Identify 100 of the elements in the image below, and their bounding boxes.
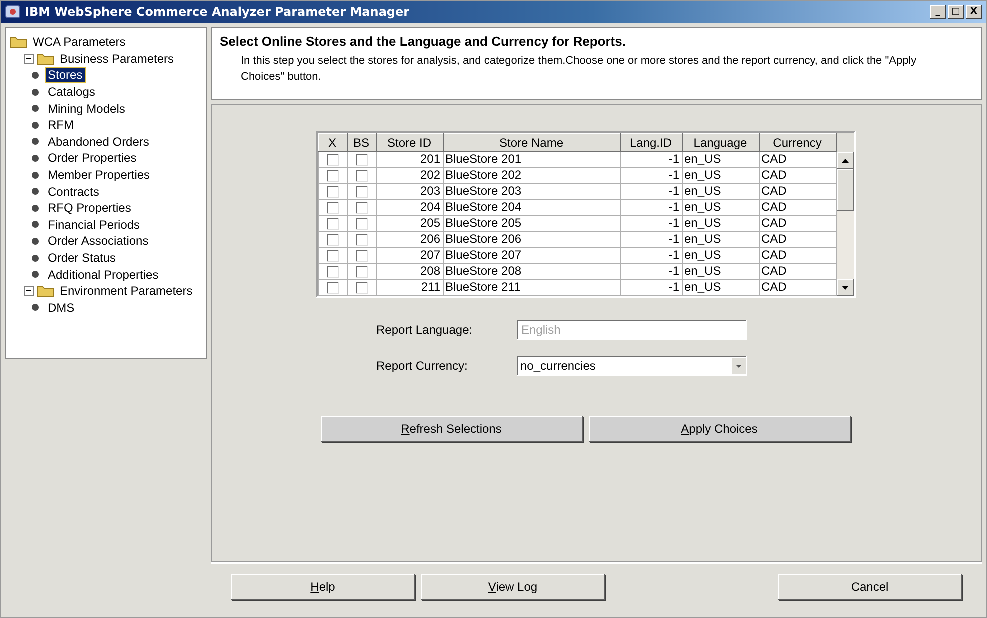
- table-cell: -1: [620, 264, 682, 280]
- table-cell: CAD: [759, 184, 836, 200]
- leaf-dot-icon: [32, 88, 39, 96]
- field-label: Report Language:: [376, 323, 474, 337]
- footer-button[interactable]: Help: [231, 574, 415, 600]
- tree-item[interactable]: Member Properties: [46, 168, 152, 182]
- window-title: IBM WebSphere Commerce Analyzer Parameter Manager: [25, 5, 411, 19]
- table-cell: 203: [376, 184, 443, 200]
- tree-item[interactable]: Mining Models: [46, 102, 128, 116]
- leaf-dot-icon: [32, 238, 39, 245]
- leaf-dot-icon: [32, 122, 39, 129]
- tree-item[interactable]: Business Parameters: [58, 52, 176, 66]
- window-control-button[interactable]: □: [948, 5, 964, 19]
- leaf-dot-icon: [32, 138, 39, 146]
- leaf-dot-icon: [32, 172, 39, 179]
- down-arrow-icon: [842, 286, 848, 290]
- tree-item[interactable]: Catalogs: [46, 85, 98, 100]
- leaf-dot-icon: [32, 188, 39, 196]
- checkbox[interactable]: [326, 218, 338, 230]
- table-cell: CAD: [759, 232, 836, 248]
- tree-item[interactable]: Environment Parameters: [58, 284, 195, 298]
- checkbox[interactable]: [356, 282, 368, 294]
- column-header[interactable]: BS: [347, 134, 376, 152]
- checkbox[interactable]: [326, 234, 338, 246]
- column-header[interactable]: Currency: [759, 134, 836, 152]
- leaf-dot-icon: [32, 254, 39, 262]
- tree-item[interactable]: Abandoned Orders: [46, 134, 152, 149]
- checkbox[interactable]: [326, 282, 338, 294]
- checkbox[interactable]: [326, 170, 338, 182]
- table-cell: en_US: [682, 248, 759, 264]
- leaf-dot-icon: [32, 72, 39, 79]
- table-cell: en_US: [682, 216, 759, 232]
- table-cell: CAD: [759, 200, 836, 216]
- tree-item[interactable]: Contracts: [46, 184, 102, 199]
- checkbox[interactable]: [356, 154, 368, 166]
- window-control-button[interactable]: _: [930, 5, 946, 19]
- checkbox[interactable]: [356, 170, 368, 182]
- table-cell: -1: [620, 152, 682, 168]
- tree-item[interactable]: Stores: [46, 68, 85, 82]
- collapse-icon[interactable]: [24, 54, 34, 64]
- field-label: Report Currency:: [376, 359, 469, 373]
- table-cell: 206: [376, 232, 443, 248]
- table-cell: -1: [620, 216, 682, 232]
- checkbox[interactable]: [326, 266, 338, 278]
- table-cell: -1: [620, 280, 682, 296]
- table-cell: 207: [376, 248, 443, 264]
- column-header[interactable]: Language: [682, 134, 759, 152]
- checkbox[interactable]: [326, 250, 338, 262]
- leaf-dot-icon: [32, 105, 39, 112]
- action-button[interactable]: Apply Choices: [588, 416, 850, 442]
- leaf-dot-icon: [32, 204, 39, 212]
- tree-item[interactable]: WCA Parameters: [31, 35, 128, 50]
- checkbox[interactable]: [356, 202, 368, 214]
- tree-item[interactable]: Financial Periods: [46, 218, 142, 232]
- table-cell: BlueStore 201: [443, 152, 620, 168]
- tree-item[interactable]: Order Associations: [46, 234, 151, 248]
- footer-button[interactable]: Cancel: [778, 574, 962, 600]
- table-cell: 208: [376, 264, 443, 280]
- checkbox[interactable]: [326, 202, 338, 214]
- table-cell: -1: [620, 200, 682, 216]
- tree-item[interactable]: Order Status: [46, 251, 118, 266]
- table-cell: BlueStore 202: [443, 168, 620, 184]
- tree-item[interactable]: Additional Properties: [46, 268, 161, 282]
- currency-dropdown[interactable]: no_currencies: [516, 356, 746, 376]
- table-cell: CAD: [759, 168, 836, 184]
- table-cell: -1: [620, 248, 682, 264]
- action-button[interactable]: Refresh Selections: [320, 416, 582, 442]
- table-cell: BlueStore 208: [443, 264, 620, 280]
- table-cell: en_US: [682, 184, 759, 200]
- table-cell: en_US: [682, 232, 759, 248]
- checkbox[interactable]: [326, 154, 338, 166]
- checkbox[interactable]: [326, 186, 338, 198]
- collapse-icon[interactable]: [24, 286, 34, 296]
- table-cell: -1: [620, 232, 682, 248]
- checkbox[interactable]: [356, 186, 368, 198]
- checkbox[interactable]: [356, 234, 368, 246]
- column-header[interactable]: Store ID: [376, 134, 443, 152]
- checkbox[interactable]: [356, 266, 368, 278]
- table-cell: BlueStore 206: [443, 232, 620, 248]
- scrollbar[interactable]: [836, 152, 854, 296]
- column-header[interactable]: Lang.ID: [620, 134, 682, 152]
- table-cell: BlueStore 207: [443, 248, 620, 264]
- footer-button[interactable]: View Log: [421, 574, 605, 600]
- column-header[interactable]: Store Name: [443, 134, 620, 152]
- window-control-button[interactable]: X: [966, 5, 982, 19]
- app-icon: [5, 4, 21, 20]
- tree-item[interactable]: RFQ Properties: [46, 201, 134, 216]
- checkbox[interactable]: [356, 218, 368, 230]
- table-cell: 201: [376, 152, 443, 168]
- table-cell: CAD: [759, 248, 836, 264]
- column-header[interactable]: X: [318, 134, 347, 152]
- table-cell: en_US: [682, 152, 759, 168]
- folder-icon: [37, 52, 55, 66]
- table-cell: BlueStore 203: [443, 184, 620, 200]
- tree-item[interactable]: Order Properties: [46, 151, 139, 166]
- checkbox[interactable]: [356, 250, 368, 262]
- table-cell: CAD: [759, 280, 836, 296]
- tree-item[interactable]: DMS: [46, 300, 77, 315]
- leaf-dot-icon: [32, 271, 39, 278]
- tree-item[interactable]: RFM: [46, 118, 76, 132]
